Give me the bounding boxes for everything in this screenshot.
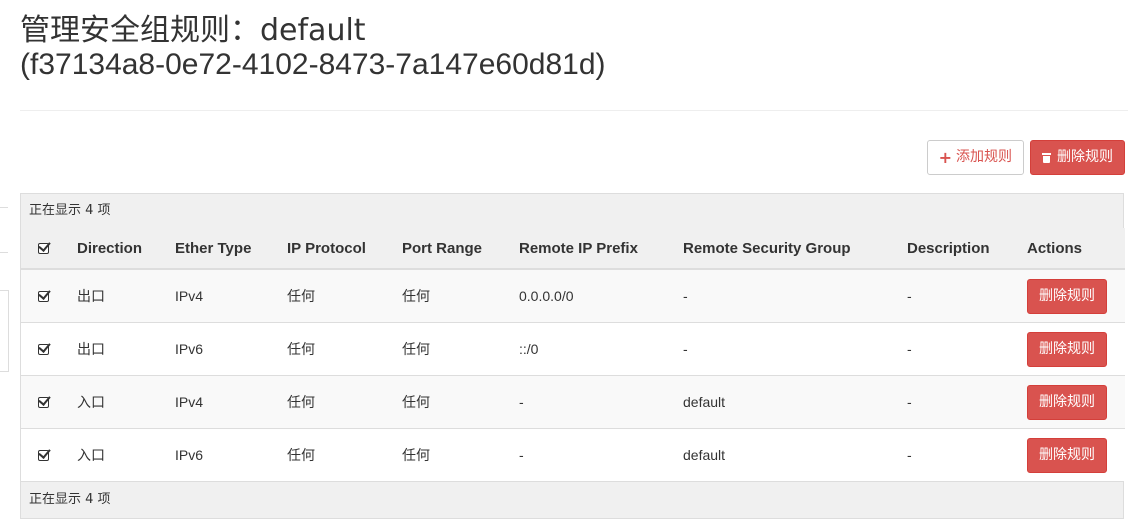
cell-port-range: 任何 <box>394 268 511 323</box>
cell-actions: 删除规则 <box>1019 322 1125 376</box>
cell-remote-security-group: - <box>675 322 899 376</box>
table-row: 入口 IPv4 任何 任何 - default - 删除规则 <box>21 375 1125 429</box>
delete-rule-button[interactable]: 删除规则 <box>1027 278 1107 314</box>
row-checkbox[interactable] <box>21 322 69 376</box>
cell-actions: 删除规则 <box>1019 375 1125 429</box>
add-rule-label: 添加规则 <box>956 149 1012 165</box>
col-remote-ip-prefix[interactable]: Remote IP Prefix <box>511 228 675 270</box>
table-row: 入口 IPv6 任何 任何 - default - 删除规则 <box>21 428 1125 481</box>
checkbox-checked-icon <box>38 238 51 254</box>
col-actions: Actions <box>1019 228 1125 270</box>
cell-remote-ip-prefix: 0.0.0.0/0 <box>511 268 675 323</box>
cell-description: - <box>899 428 1019 481</box>
delete-rules-button[interactable]: 删除规则 <box>1030 140 1125 175</box>
select-all-checkbox[interactable] <box>21 228 69 270</box>
table-row: 出口 IPv4 任何 任何 0.0.0.0/0 - - 删除规则 <box>21 268 1125 323</box>
cell-direction: 出口 <box>69 322 167 376</box>
cell-remote-ip-prefix: - <box>511 428 675 481</box>
checkbox-checked-icon <box>38 446 51 461</box>
col-remote-security-group[interactable]: Remote Security Group <box>675 228 899 270</box>
cell-ip-protocol: 任何 <box>279 322 394 376</box>
cell-description: - <box>899 268 1019 323</box>
cell-ether-type: IPv4 <box>167 375 279 429</box>
cell-actions: 删除规则 <box>1019 428 1125 481</box>
title-divider <box>20 110 1128 111</box>
checkbox-checked-icon <box>38 340 51 355</box>
col-direction[interactable]: Direction <box>69 228 167 270</box>
cell-actions: 删除规则 <box>1019 268 1125 323</box>
col-description[interactable]: Description <box>899 228 1019 270</box>
checkbox-checked-icon <box>38 287 51 302</box>
trash-icon <box>1042 152 1051 163</box>
cell-port-range: 任何 <box>394 428 511 481</box>
delete-rule-button[interactable]: 删除规则 <box>1027 331 1107 367</box>
col-port-range[interactable]: Port Range <box>394 228 511 270</box>
cell-ether-type: IPv4 <box>167 268 279 323</box>
cell-remote-security-group: default <box>675 375 899 429</box>
add-rule-button[interactable]: + 添加规则 <box>926 140 1024 175</box>
cell-port-range: 任何 <box>394 322 511 376</box>
delete-rule-button[interactable]: 删除规则 <box>1027 437 1107 473</box>
cell-ether-type: IPv6 <box>167 428 279 481</box>
cell-ip-protocol: 任何 <box>279 375 394 429</box>
left-panel-edge <box>0 290 9 372</box>
delete-rule-button[interactable]: 删除规则 <box>1027 384 1107 420</box>
row-checkbox[interactable] <box>21 268 69 323</box>
delete-rules-label: 删除规则 <box>1057 149 1113 165</box>
cell-direction: 入口 <box>69 428 167 481</box>
cell-ip-protocol: 任何 <box>279 428 394 481</box>
row-checkbox[interactable] <box>21 375 69 429</box>
cell-direction: 入口 <box>69 375 167 429</box>
rules-table: 正在显示 4 项 Direction Ether Type IP Protoco… <box>20 193 1125 519</box>
table-toolbar: + 添加规则 删除规则 <box>926 140 1125 175</box>
cell-remote-security-group: - <box>675 268 899 323</box>
page-title: 管理安全组规则：default (f37134a8-0e72-4102-8473… <box>20 14 606 82</box>
cell-ether-type: IPv6 <box>167 322 279 376</box>
cell-remote-ip-prefix: ::/0 <box>511 322 675 376</box>
row-checkbox[interactable] <box>21 428 69 481</box>
checkbox-checked-icon <box>38 393 51 408</box>
left-panel-edge <box>0 207 8 253</box>
table-header-row: Direction Ether Type IP Protocol Port Ra… <box>21 228 1125 270</box>
page-title-line1: 管理安全组规则：default <box>20 13 366 48</box>
table-row: 出口 IPv6 任何 任何 ::/0 - - 删除规则 <box>21 322 1125 376</box>
cell-ip-protocol: 任何 <box>279 268 394 323</box>
col-ip-protocol[interactable]: IP Protocol <box>279 228 394 270</box>
col-ether-type[interactable]: Ether Type <box>167 228 279 270</box>
cell-description: - <box>899 375 1019 429</box>
item-count-bottom: 正在显示 4 项 <box>21 481 1123 518</box>
cell-remote-security-group: default <box>675 428 899 481</box>
cell-direction: 出口 <box>69 268 167 323</box>
item-count-top: 正在显示 4 项 <box>21 194 1123 228</box>
cell-description: - <box>899 322 1019 376</box>
cell-port-range: 任何 <box>394 375 511 429</box>
cell-remote-ip-prefix: - <box>511 375 675 429</box>
page-title-line2: (f37134a8-0e72-4102-8473-7a147e60d81d) <box>20 48 606 81</box>
plus-icon: + <box>938 148 952 167</box>
